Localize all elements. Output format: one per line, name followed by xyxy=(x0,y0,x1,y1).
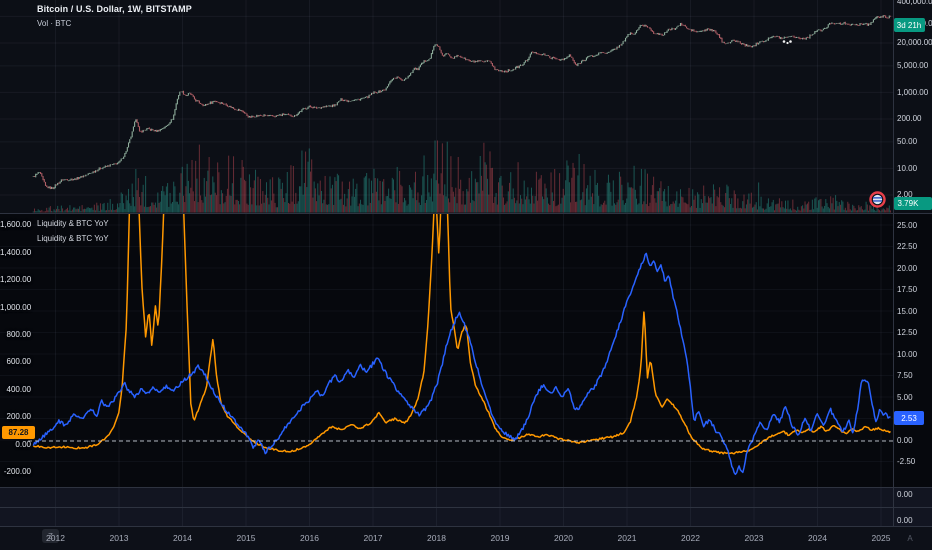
chart-canvas[interactable] xyxy=(0,0,932,550)
logo-button[interactable]: Z xyxy=(42,529,59,543)
trading-chart-window: Bitcoin / U.S. Dollar, 1W, BITSTAMP Vol … xyxy=(0,0,932,550)
